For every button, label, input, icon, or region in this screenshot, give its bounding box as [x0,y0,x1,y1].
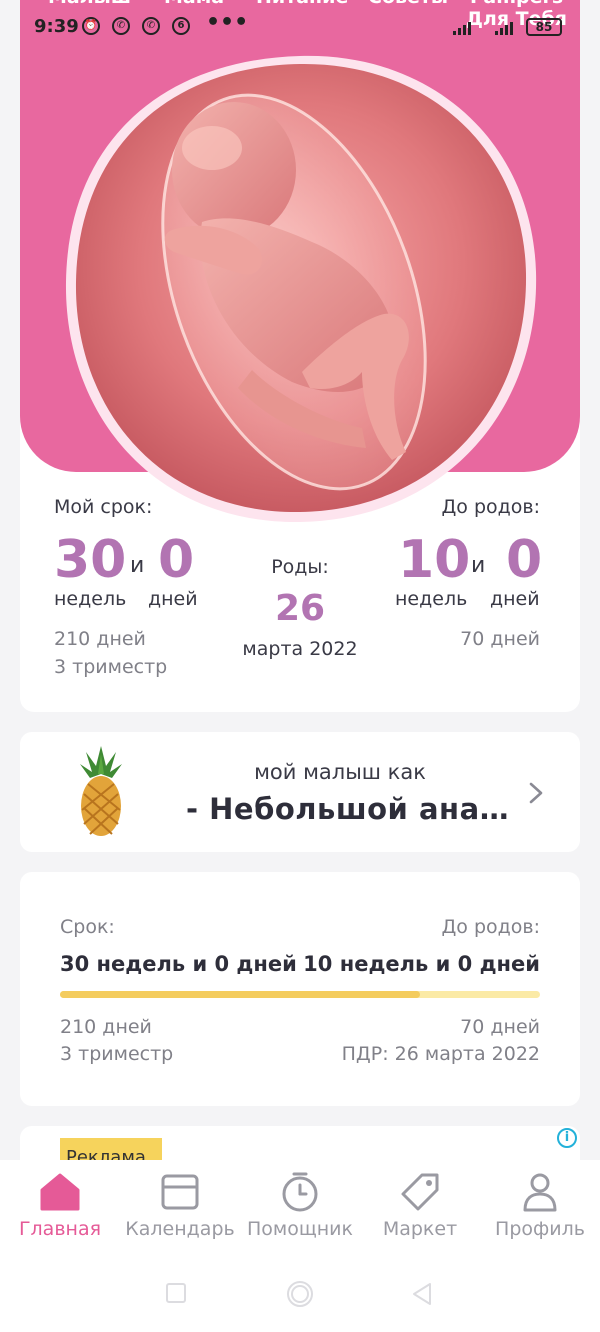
nav-home-label: Главная [18,1218,102,1240]
more-notifications-icon: ••• [206,10,249,35]
term-days-value: 0 [158,530,195,590]
status-time: 9:39 [34,16,79,37]
term-value: 30 недель и 0 дней [60,952,297,976]
tab-baby[interactable]: Малыш [48,0,131,8]
trimester: 3 триместр [54,656,168,678]
pregnancy-progress-bar [60,991,540,998]
nav-market[interactable]: Маркет [360,1160,480,1250]
baby-size-subtitle: мой малыш как [254,760,426,784]
ad-tag: Реклама [60,1138,162,1160]
days-elapsed: 210 дней [60,1016,152,1038]
viber-icon: ✆ [142,17,160,35]
tab-pampers[interactable]: Pampers [470,0,563,8]
days-unit: дней [490,588,540,610]
until-weeks-value: 10 [398,530,471,590]
viber-icon: ✆ [112,17,130,35]
until-birth-label: До родов: [441,916,540,938]
trimester: 3 триместр [60,1043,174,1065]
nav-profile[interactable]: Профиль [480,1160,600,1250]
nav-assistant[interactable]: Помощник [240,1160,360,1250]
and-word: и [471,553,486,578]
tab-mom[interactable]: Мама [164,0,224,8]
nav-calendar-label: Календарь [125,1218,235,1240]
progress-card [20,872,580,1106]
until-birth-label: До родов: [441,496,540,518]
tab-nutrition[interactable]: Питание [256,0,348,8]
total-days: 210 дней [54,628,146,650]
birth-month: марта 2022 [242,638,358,660]
days-unit: дней [148,588,198,610]
tag-icon [401,1173,439,1211]
profile-icon [523,1173,557,1212]
and-word: и [130,553,145,578]
until-birth-value: 10 недель и 0 дней [303,952,540,976]
notification-6-icon: 6 [172,17,190,35]
until-total-days: 70 дней [460,628,540,650]
chevron-right-icon[interactable] [528,781,544,805]
nav-calendar[interactable]: Календарь [120,1160,240,1250]
home-icon [40,1173,80,1211]
due-date: ПДР: 26 марта 2022 [341,1043,540,1065]
pregnancy-progress-fill [60,991,420,998]
nav-home[interactable]: Главная [0,1160,120,1250]
signal-icon [495,22,513,35]
nav-assistant-label: Помощник [246,1218,353,1240]
birth-day: 26 [274,588,326,629]
term-label: Срок: [60,916,115,938]
battery-icon: 85 [526,18,562,36]
baby-size-title: - Небольшой ана… [186,792,510,826]
fetus-illustration [65,55,537,523]
signal-icon [453,22,471,35]
nav-market-label: Маркет [382,1218,458,1240]
my-term-label: Мой срок: [54,496,153,518]
weeks-unit: недель [54,588,127,610]
tab-tips[interactable]: Советы [368,0,448,8]
recent-apps-button[interactable] [165,1280,187,1306]
pineapple-icon [80,746,122,836]
stopwatch-icon [282,1172,318,1212]
back-system-button[interactable] [410,1280,434,1308]
nav-profile-label: Профиль [495,1218,585,1240]
until-days-value: 0 [506,530,543,590]
days-left: 70 дней [460,1016,540,1038]
weeks-unit: недель [395,588,468,610]
alarm-icon: ⏰ [82,17,100,35]
birth-label: Роды: [271,556,329,578]
home-system-button[interactable] [284,1280,316,1308]
term-weeks-value: 30 [54,530,127,590]
info-icon[interactable]: i [557,1128,577,1148]
calendar-icon [161,1174,199,1210]
